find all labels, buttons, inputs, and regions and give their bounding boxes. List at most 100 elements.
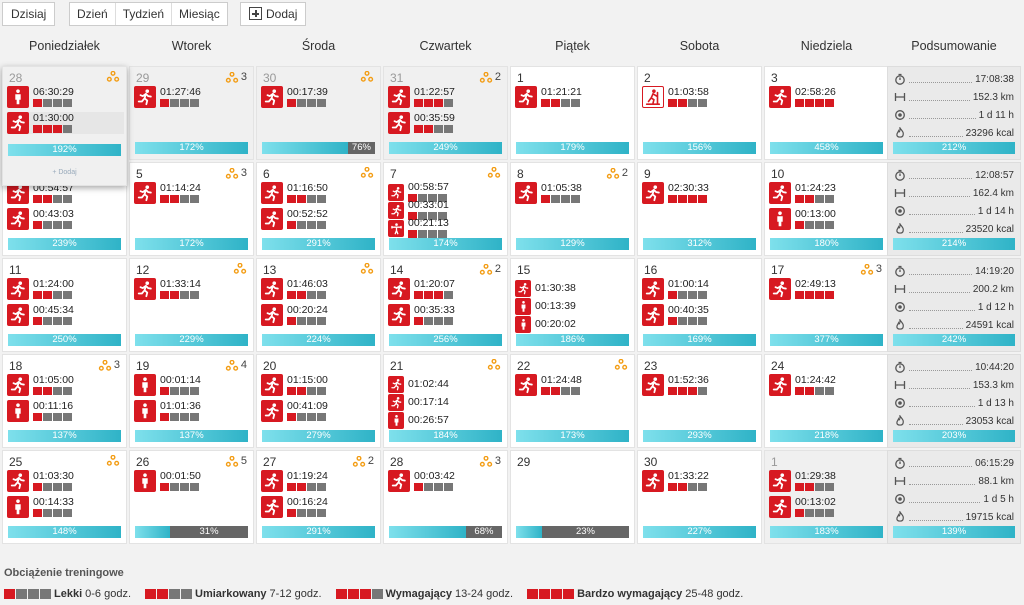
summary-recovery-value: 1 d 14 h: [977, 205, 1014, 217]
day-cell[interactable]: 20 01:15:00 00:41:09 279%: [256, 354, 381, 448]
day-cell[interactable]: 1 01:29:38 00:13:02 183%: [764, 450, 889, 544]
day-cell[interactable]: 31 2 01:22:57 00:35:59 249%: [383, 66, 508, 160]
activity-item[interactable]: 01:15:00: [261, 374, 378, 396]
activity-item[interactable]: 01:30:00: [7, 112, 124, 134]
activity-item[interactable]: 01:20:07: [388, 278, 505, 300]
day-cell[interactable]: 23 01:52:36 293%: [637, 354, 762, 448]
day-cell[interactable]: 17 3 02:49:13 377%: [764, 258, 889, 352]
activity-item[interactable]: 00:52:52: [261, 208, 378, 230]
activity-item[interactable]: 02:49:13: [769, 278, 886, 300]
activity-item[interactable]: 00:01:50: [134, 470, 251, 492]
load-square: [698, 387, 707, 395]
activity-item[interactable]: 01:14:24: [134, 182, 251, 204]
activity-item[interactable]: 00:21:13: [388, 217, 505, 239]
weekly-progress-bar: 214%: [893, 238, 1015, 250]
activity-item[interactable]: 01:19:24: [261, 470, 378, 492]
day-cell[interactable]: 29 3 01:27:46 172%: [129, 66, 254, 160]
activity-item[interactable]: 01:27:46: [134, 86, 251, 108]
day-cell[interactable]: 2 01:03:58 156%: [637, 66, 762, 160]
add-button[interactable]: Dodaj: [240, 2, 307, 26]
activity-item[interactable]: 01:33:22: [642, 470, 759, 492]
activity-item[interactable]: 00:20:02: [515, 313, 632, 335]
activity-info: 01:03:58: [668, 87, 709, 107]
day-cell[interactable]: 29 23%: [510, 450, 635, 544]
day-cell[interactable]: 24 01:24:42 218%: [764, 354, 889, 448]
load-square: [307, 387, 316, 395]
activity-duration: 01:05:38: [541, 182, 582, 194]
activity-item[interactable]: 01:03:30: [7, 470, 124, 492]
activity-item[interactable]: 00:41:09: [261, 400, 378, 422]
day-cell[interactable]: 3 02:58:26 458%: [764, 66, 889, 160]
day-cell[interactable]: 27 2 01:19:24 00:16:24 291%: [256, 450, 381, 544]
activity-item[interactable]: 00:13:00: [769, 208, 886, 230]
activity-item[interactable]: 02:30:33: [642, 182, 759, 204]
day-cell[interactable]: 16 01:00:14 00:40:35 169%: [637, 258, 762, 352]
day-cell[interactable]: 11 01:24:00 00:45:34 250%: [2, 258, 127, 352]
day-cell[interactable]: 21 01:02:44 00:17:14 00:26:57 184%: [383, 354, 508, 448]
activity-item[interactable]: 00:43:03: [7, 208, 124, 230]
add-activity-link[interactable]: + Dodaj: [3, 169, 126, 176]
distance-icon: [894, 93, 906, 101]
activity-item[interactable]: 01:03:58: [642, 86, 759, 108]
activity-item[interactable]: 01:00:14: [642, 278, 759, 300]
day-cell[interactable]: 22 01:24:48 173%: [510, 354, 635, 448]
day-cell[interactable]: 28 06:30:29 01:30:00 + Dodaj 192%: [2, 66, 127, 186]
summary-row-calories: 23296 kcal: [894, 125, 1014, 141]
activity-item[interactable]: 00:40:35: [642, 304, 759, 326]
day-cell[interactable]: 13 01:46:03 00:20:24 224%: [256, 258, 381, 352]
activity-item[interactable]: 01:46:03: [261, 278, 378, 300]
activity-item[interactable]: 00:11:16: [7, 400, 124, 422]
activity-item[interactable]: 01:21:21: [515, 86, 632, 108]
activity-item[interactable]: 01:22:57: [388, 86, 505, 108]
activity-item[interactable]: 01:05:38: [515, 182, 632, 204]
day-number: 30: [263, 71, 277, 85]
activity-item[interactable]: 00:03:42: [388, 470, 505, 492]
day-cell[interactable]: 12 01:33:14 229%: [129, 258, 254, 352]
day-cell[interactable]: 19 4 00:01:14 01:01:36 137%: [129, 354, 254, 448]
activity-item[interactable]: 02:58:26: [769, 86, 886, 108]
activity-item[interactable]: 00:26:57: [388, 409, 505, 431]
summary-row-calories: 19715 kcal: [894, 509, 1014, 525]
day-cell[interactable]: 30 00:17:39 76%: [256, 66, 381, 160]
day-cell[interactable]: 8 2 01:05:38 129%: [510, 162, 635, 256]
activity-item[interactable]: 00:14:33: [7, 496, 124, 518]
activity-item[interactable]: 00:45:34: [7, 304, 124, 326]
activity-item[interactable]: 01:24:00: [7, 278, 124, 300]
day-cell[interactable]: 6 01:16:50 00:52:52 291%: [256, 162, 381, 256]
day-cell[interactable]: 5 3 01:14:24 172%: [129, 162, 254, 256]
day-cell[interactable]: 7 00:58:57 00:33:01 00:21:13 174%: [383, 162, 508, 256]
activity-item[interactable]: 01:01:36: [134, 400, 251, 422]
activity-item[interactable]: 06:30:29: [7, 86, 124, 108]
activity-item[interactable]: 00:35:33: [388, 304, 505, 326]
day-cell[interactable]: 26 5 00:01:50 31%: [129, 450, 254, 544]
activity-item[interactable]: 01:24:48: [515, 374, 632, 396]
month-view-button[interactable]: Miesiąc: [172, 3, 227, 25]
activity-item[interactable]: 00:01:14: [134, 374, 251, 396]
day-cell[interactable]: 14 2 01:20:07 00:35:33 256%: [383, 258, 508, 352]
day-cell[interactable]: 18 3 01:05:00 00:11:16 137%: [2, 354, 127, 448]
activity-item[interactable]: 01:29:38: [769, 470, 886, 492]
activity-item[interactable]: 00:13:02: [769, 496, 886, 518]
activity-item[interactable]: 00:20:24: [261, 304, 378, 326]
day-cell[interactable]: 10 01:24:23 00:13:00 180%: [764, 162, 889, 256]
day-cell[interactable]: 1 01:21:21 179%: [510, 66, 635, 160]
activity-item[interactable]: 01:33:14: [134, 278, 251, 300]
activity-item[interactable]: 01:52:36: [642, 374, 759, 396]
activity-item[interactable]: 01:16:50: [261, 182, 378, 204]
day-cell[interactable]: 28 3 00:03:42 68%: [383, 450, 508, 544]
activity-item[interactable]: 01:24:23: [769, 182, 886, 204]
activity-item[interactable]: 00:17:39: [261, 86, 378, 108]
activity-item[interactable]: 00:16:24: [261, 496, 378, 518]
activity-item[interactable]: 01:24:42: [769, 374, 886, 396]
day-cell[interactable]: 9 02:30:33 312%: [637, 162, 762, 256]
load-square: [190, 387, 199, 395]
day-cell[interactable]: 15 01:30:38 00:13:39 00:20:02 186%: [510, 258, 635, 352]
week-view-button[interactable]: Tydzień: [116, 3, 173, 25]
activity-item[interactable]: 01:05:00: [7, 374, 124, 396]
today-button[interactable]: Dzisiaj: [2, 2, 56, 26]
load-square: [307, 509, 316, 517]
day-view-button[interactable]: Dzień: [70, 3, 116, 25]
day-cell[interactable]: 30 01:33:22 227%: [637, 450, 762, 544]
day-cell[interactable]: 25 01:03:30 00:14:33 148%: [2, 450, 127, 544]
activity-item[interactable]: 00:35:59: [388, 112, 505, 134]
